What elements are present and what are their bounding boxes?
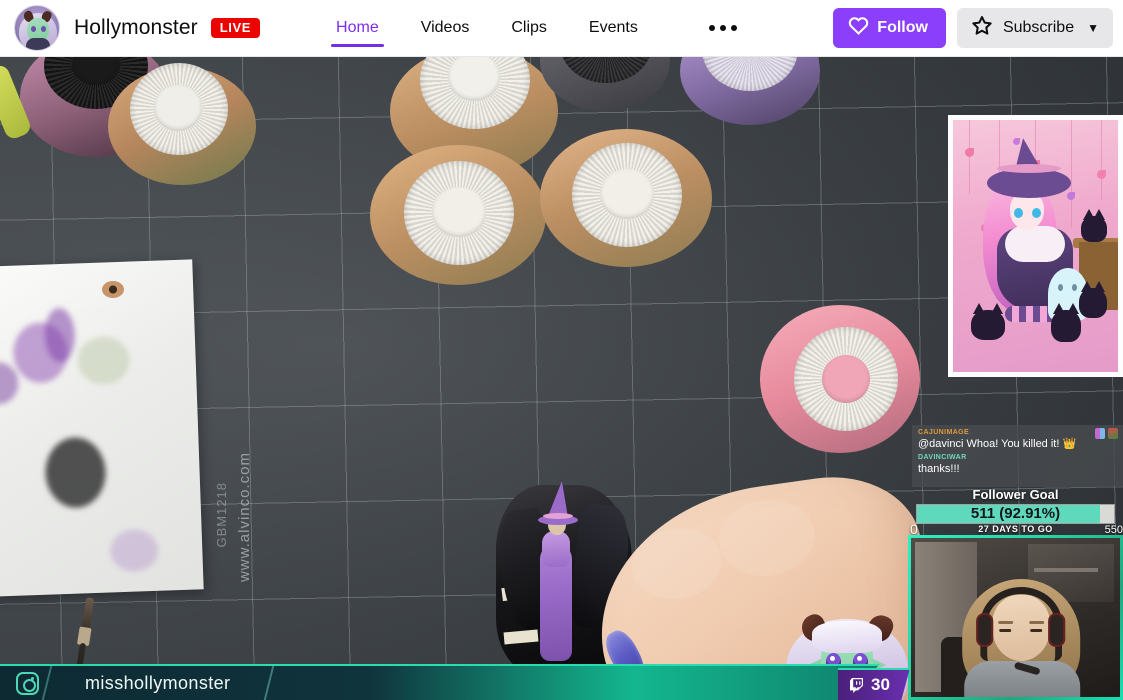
mat-url-text: www.alvinco.com	[236, 452, 253, 582]
twitch-icon	[850, 678, 864, 693]
paint-bottle-pink	[760, 305, 920, 453]
paint-bottle-tan-3	[370, 145, 546, 285]
webcam-streamer	[956, 569, 1086, 697]
chat-badge-2	[1108, 428, 1118, 439]
follower-goal-widget: Follower Goal 511 (92.91%) 0 27 DAYS TO …	[908, 487, 1123, 535]
paint-bottle-tan-1	[108, 67, 256, 185]
channel-identity: Hollymonster LIVE	[0, 5, 260, 51]
star-icon	[971, 15, 993, 41]
chat-text: @davinci Whoa! You killed it! 👑	[918, 437, 1117, 451]
stream-chat-overlay: CAJUNIMAGE @davinci Whoa! You killed it!…	[912, 425, 1123, 487]
social-handle: misshollymonster	[85, 673, 230, 694]
tab-videos[interactable]: Videos	[416, 0, 475, 57]
stream-video-player[interactable]: www.alvinco.com GBM1218 60°	[0, 57, 1123, 700]
chat-badges	[1095, 428, 1118, 439]
subscribe-button[interactable]: Subscribe ▼	[957, 8, 1113, 48]
artwork-cat-top	[1081, 216, 1107, 242]
follower-goal-days: 27 DAYS TO GO	[908, 524, 1123, 534]
artwork-cat-front	[1051, 310, 1081, 342]
chibi-fringe	[812, 621, 882, 653]
artwork-cat-bottom	[971, 310, 1005, 340]
artwork-blouse	[1005, 226, 1065, 262]
miniature-bodice	[542, 531, 570, 567]
chevron-down-icon[interactable]: ▼	[1087, 21, 1099, 35]
follow-button-label: Follow	[877, 19, 928, 37]
follower-goal-max: 550	[1105, 524, 1123, 536]
chat-username: DAVINCIWAR	[918, 454, 1117, 462]
avatar-body	[26, 38, 50, 50]
social-handle-bar: misshollymonster	[0, 664, 880, 700]
subscribe-button-label: Subscribe	[1003, 19, 1074, 37]
headphone-cup-left	[976, 613, 993, 647]
more-options-icon[interactable]	[701, 15, 745, 41]
miniature-hat-band	[543, 513, 573, 519]
artwork-cat-right	[1079, 288, 1107, 318]
chat-text: thanks!!!	[918, 462, 1117, 476]
chat-username: CAJUNIMAGE	[918, 429, 1117, 437]
chat-message: CAJUNIMAGE @davinci Whoa! You killed it!…	[918, 429, 1117, 452]
paint-palette-towel	[0, 259, 204, 596]
live-badge: LIVE	[211, 18, 260, 38]
header-actions: Follow Subscribe ▼	[833, 8, 1123, 48]
channel-header: Hollymonster LIVE Home Videos Clips Even…	[0, 0, 1123, 57]
viewer-count: 30	[871, 675, 890, 695]
paint-bottle-tan-4	[540, 129, 712, 267]
follower-goal-bar: 511 (92.91%)	[916, 504, 1115, 524]
avatar-eye-right	[41, 26, 46, 32]
tab-events[interactable]: Events	[584, 0, 643, 57]
paint-cap-small	[102, 281, 124, 298]
webcam-overlay	[908, 535, 1123, 700]
viewer-count-widget: 30	[838, 668, 910, 700]
chat-message: DAVINCIWAR thanks!!!	[918, 454, 1117, 477]
headphone-cup-right	[1048, 613, 1065, 647]
paint-stain-black	[44, 437, 106, 509]
channel-avatar[interactable]	[14, 5, 60, 51]
stream-artwork-overlay	[948, 115, 1123, 377]
instagram-icon	[16, 672, 39, 695]
artwork-eye-right	[1032, 208, 1041, 218]
follower-goal-title: Follower Goal	[908, 487, 1123, 503]
avatar-eye-left	[31, 26, 36, 32]
follow-button[interactable]: Follow	[833, 8, 946, 48]
mat-code-text: GBM1218	[214, 482, 229, 548]
paint-stain-lilac	[110, 529, 159, 573]
channel-nav: Home Videos Clips Events	[315, 0, 745, 57]
channel-name[interactable]: Hollymonster	[74, 16, 198, 40]
artwork-eye-left	[1014, 208, 1023, 218]
chat-badge-1	[1095, 428, 1105, 439]
follower-goal-value: 511 (92.91%)	[917, 505, 1114, 523]
heart-icon	[848, 16, 869, 40]
tab-home[interactable]: Home	[331, 0, 384, 57]
tab-clips[interactable]: Clips	[506, 0, 552, 57]
artwork-hat-band	[997, 164, 1061, 173]
paint-stain-green	[77, 336, 131, 386]
